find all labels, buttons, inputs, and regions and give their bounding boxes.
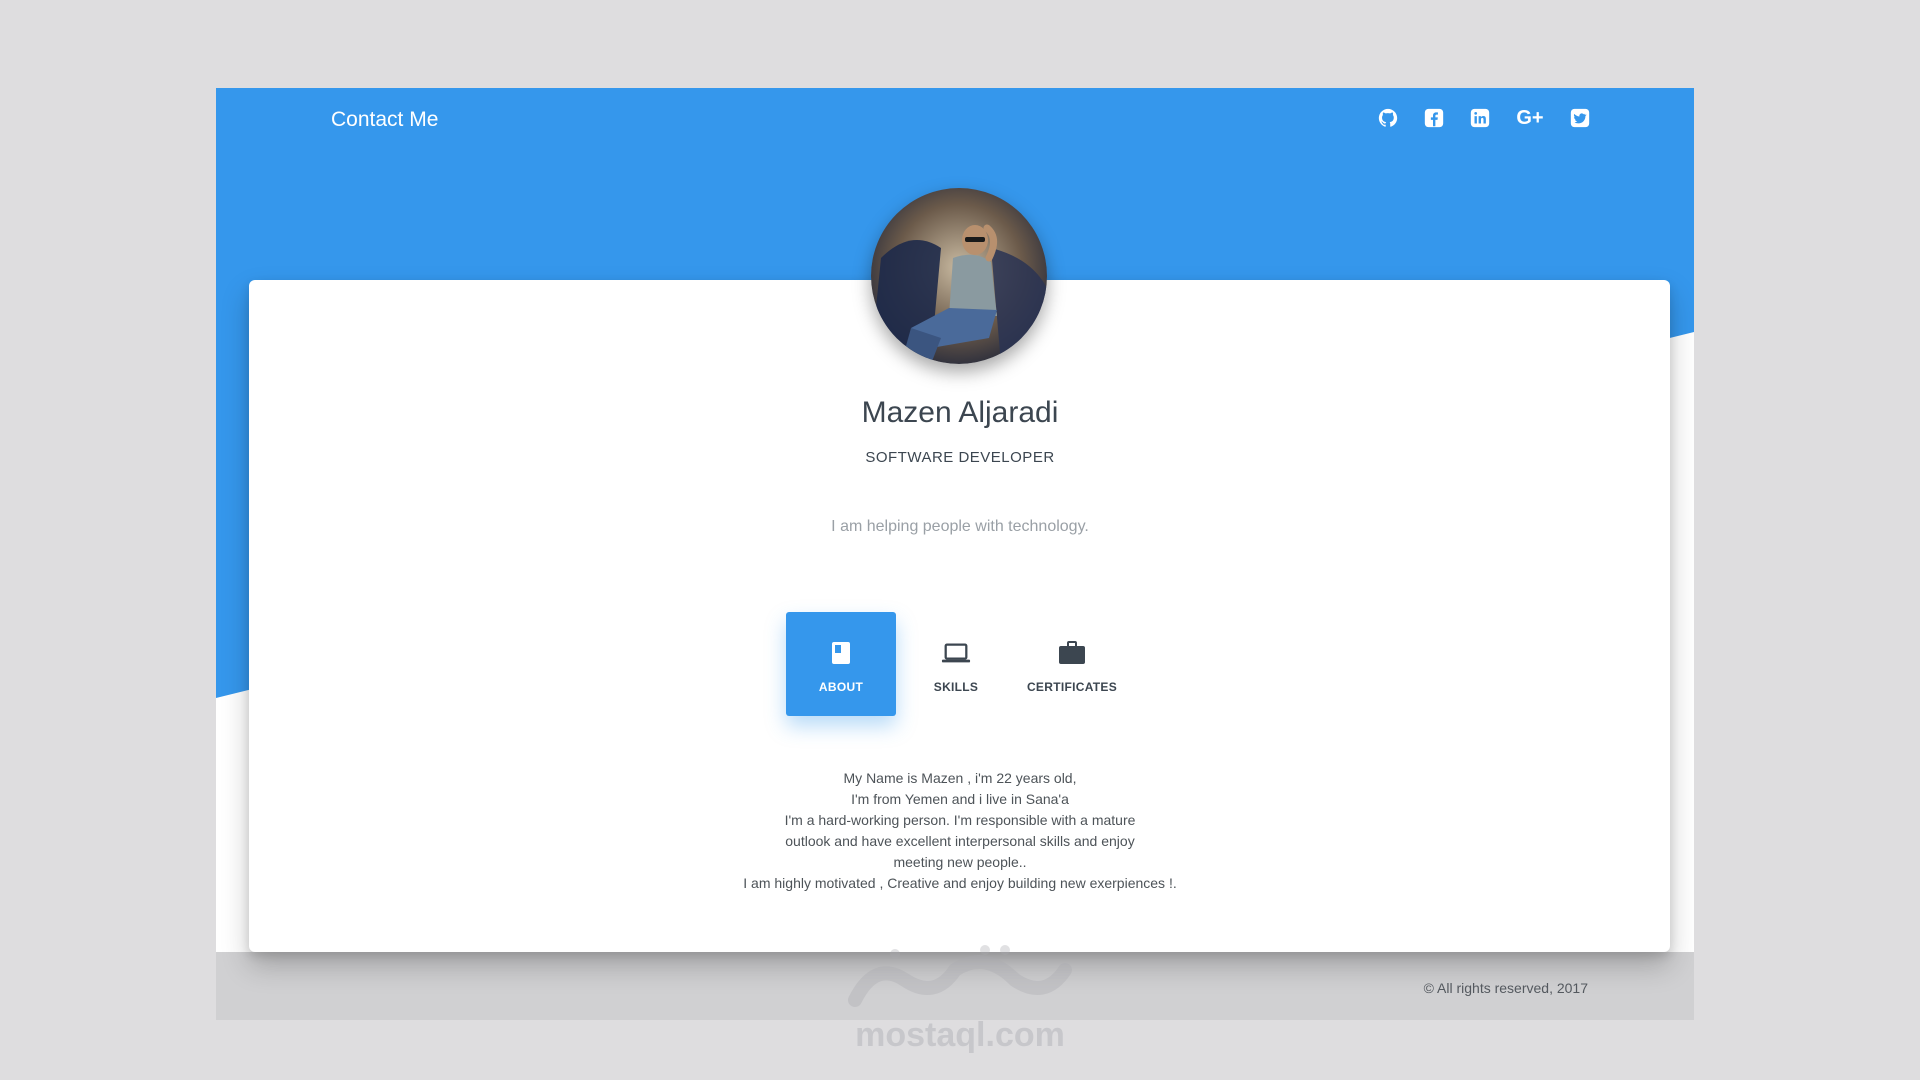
google-plus-icon[interactable]: G+	[1514, 106, 1546, 130]
linkedin-icon[interactable]	[1468, 106, 1492, 130]
profile-avatar	[871, 188, 1047, 364]
contact-me-link[interactable]: Contact Me	[331, 108, 438, 132]
facebook-icon[interactable]	[1422, 106, 1446, 130]
tab-certificates-label: CERTIFICATES	[1026, 680, 1118, 694]
about-line: I'm from Yemen and i live in Sana'a	[851, 791, 1069, 807]
about-line: outlook and have excellent interpersonal…	[785, 833, 1135, 849]
about-line: meeting new people..	[893, 854, 1027, 870]
top-navbar: Contact Me G+	[216, 88, 1694, 152]
github-icon[interactable]	[1376, 106, 1400, 130]
about-line: My Name is Mazen , i'm 22 years old,	[843, 770, 1077, 786]
watermark-logo	[848, 945, 1072, 1007]
tab-certificates[interactable]: CERTIFICATES	[1014, 612, 1130, 716]
briefcase-icon	[1057, 638, 1087, 668]
watermark-text: mostaql.com	[855, 1016, 1065, 1054]
about-text: My Name is Mazen , i'm 22 years old, I'm…	[0, 768, 1920, 894]
profile-title: SOFTWARE DEVELOPER	[865, 449, 1055, 466]
tab-about-label: ABOUT	[818, 680, 864, 694]
laptop-icon	[941, 638, 971, 668]
tab-skills-label: SKILLS	[933, 680, 979, 694]
copyright-text: © All rights reserved, 2017	[1423, 980, 1588, 996]
profile-tabs: ABOUT SKILLS CERTIFICATES	[786, 612, 1130, 716]
tab-skills[interactable]: SKILLS	[898, 612, 1014, 716]
twitter-icon[interactable]	[1568, 106, 1592, 130]
about-line: I'm a hard-working person. I'm responsib…	[784, 812, 1136, 828]
book-icon	[826, 638, 856, 668]
profile-tagline: I am helping people with technology.	[831, 518, 1089, 535]
social-links: G+	[1376, 106, 1592, 130]
tab-about[interactable]: ABOUT	[786, 612, 896, 716]
profile-name: Mazen Aljaradi	[861, 396, 1059, 429]
about-line: I am highly motivated , Creative and enj…	[743, 875, 1177, 891]
